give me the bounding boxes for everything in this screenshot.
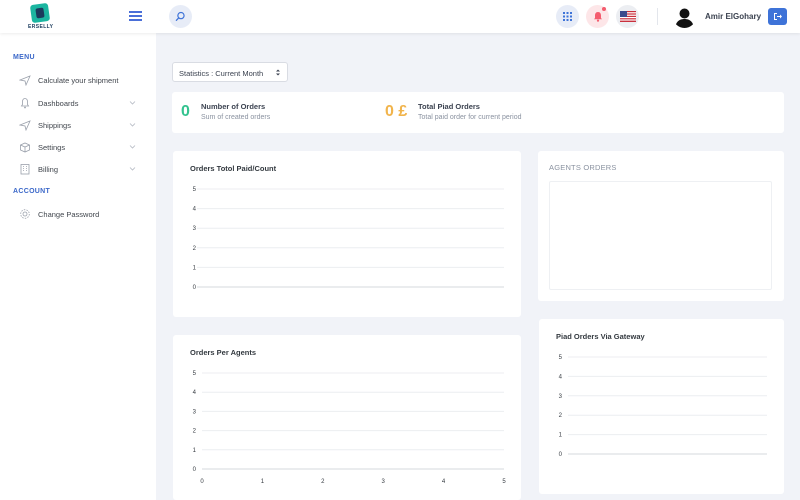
y-tick-label: 3 (193, 409, 197, 415)
y-tick-label: 4 (193, 390, 197, 396)
box-icon (20, 142, 30, 153)
paid-orders-value: 0 £ (385, 103, 408, 120)
menu-icon[interactable] (129, 11, 142, 21)
agents-orders-content (549, 181, 772, 290)
y-tick-label: 4 (193, 207, 197, 213)
chevron-down-icon (129, 167, 136, 171)
menu-section-title: MENU (13, 54, 35, 61)
chevron-down-icon (129, 123, 136, 127)
orders-per-agents-chart: 0 1 2 3 4 5 0 1 2 3 4 5 (193, 371, 507, 485)
x-tick-label: 3 (382, 479, 386, 485)
y-tick-label: 0 (193, 285, 197, 291)
notification-dot (602, 7, 606, 11)
user-silhouette-icon (675, 8, 694, 28)
y-tick-label: 2 (193, 246, 197, 252)
y-tick-label: 3 (193, 226, 197, 232)
y-tick-label: 2 (559, 413, 563, 419)
orders-per-agents-card: Orders Per Agents 012345012345 (173, 335, 521, 500)
logo-mark-icon (29, 2, 51, 24)
orders-count-value: 0 (181, 103, 190, 120)
plane-icon (19, 120, 31, 131)
select-arrows-icon (276, 69, 280, 76)
sidebar: MENU Calculate your shipment Dashboards … (0, 33, 156, 500)
orders-count-title: Number of Orders (201, 102, 266, 111)
top-bar: ERSELLY Amir ElGohary (0, 0, 800, 33)
bell-icon (20, 98, 30, 109)
plane-icon (19, 75, 31, 86)
logout-icon (774, 13, 782, 20)
orders-total-card: Orders Totol Paid/Count 012345 (173, 151, 521, 317)
y-tick-label: 1 (559, 433, 563, 439)
logo-text: ERSELLY (28, 24, 54, 30)
x-tick-label: 5 (502, 479, 506, 485)
paid-orders-title: Total Piad Orders (418, 102, 480, 111)
paid-orders-subtitle: Total paid order for current period (418, 114, 522, 121)
paid-via-gateway-chart: 0 1 2 3 4 5 (559, 355, 767, 458)
brand-logo[interactable]: ERSELLY (28, 2, 54, 30)
bell-icon (593, 12, 602, 22)
building-icon (20, 164, 30, 175)
agents-orders-title: AGENTS ORDERS (549, 163, 617, 172)
chevron-down-icon (129, 101, 136, 105)
topbar-divider (657, 8, 658, 25)
x-tick-label: 1 (261, 479, 265, 485)
sidebar-item-shippings[interactable]: Shippings (0, 116, 156, 134)
statistics-period-value: Statistics : Current Month (179, 69, 264, 78)
y-tick-label: 0 (193, 467, 197, 473)
orders-total-chart: 0 1 2 3 4 5 (193, 187, 504, 291)
sidebar-item-dashboards[interactable]: Dashboards (0, 94, 156, 112)
sidebar-item-label: Billing (38, 165, 59, 174)
notifications-button[interactable] (586, 5, 609, 28)
sidebar-item-label: Settings (38, 143, 66, 152)
x-tick-label: 0 (200, 479, 204, 485)
y-tick-label: 1 (193, 448, 197, 454)
logout-button[interactable] (768, 8, 787, 25)
y-tick-label: 4 (559, 374, 563, 380)
gear-icon (20, 209, 30, 219)
chevron-down-icon (129, 145, 136, 149)
y-tick-label: 1 (193, 265, 197, 271)
sidebar-item-calculate-shipment[interactable]: Calculate your shipment (0, 71, 156, 89)
user-name[interactable]: Amir ElGohary (705, 12, 761, 21)
avatar[interactable] (673, 5, 696, 28)
sidebar-item-billing[interactable]: Billing (0, 160, 156, 178)
account-section-title: ACCOUNT (13, 188, 51, 195)
x-tick-label: 4 (442, 479, 446, 485)
sidebar-item-label: Dashboards (38, 99, 79, 108)
sidebar-item-change-password[interactable]: Change Password (0, 205, 156, 223)
y-tick-label: 5 (193, 187, 197, 193)
y-tick-label: 3 (559, 394, 563, 400)
y-tick-label: 5 (559, 355, 563, 361)
search-icon (175, 11, 185, 21)
y-tick-label: 0 (559, 452, 563, 458)
sidebar-item-label: Calculate your shipment (38, 76, 119, 85)
sidebar-item-settings[interactable]: Settings (0, 138, 156, 156)
us-flag-icon (619, 11, 636, 22)
x-tick-label: 2 (321, 479, 325, 485)
paid-via-gateway-card: Piad Orders Via Gateway 012345 (539, 319, 784, 494)
sidebar-item-label: Change Password (38, 210, 100, 219)
y-tick-label: 5 (193, 371, 197, 377)
apps-grid-icon (563, 12, 572, 21)
y-tick-label: 2 (193, 429, 197, 435)
summary-card: 0 Number of Orders Sum of created orders… (172, 92, 784, 133)
statistics-period-select[interactable]: Statistics : Current Month (172, 62, 288, 82)
agents-orders-card: AGENTS ORDERS (538, 151, 784, 301)
language-button[interactable] (616, 5, 639, 28)
search-button[interactable] (169, 5, 192, 28)
orders-count-subtitle: Sum of created orders (201, 114, 271, 121)
sidebar-item-label: Shippings (38, 121, 71, 130)
apps-button[interactable] (556, 5, 579, 28)
